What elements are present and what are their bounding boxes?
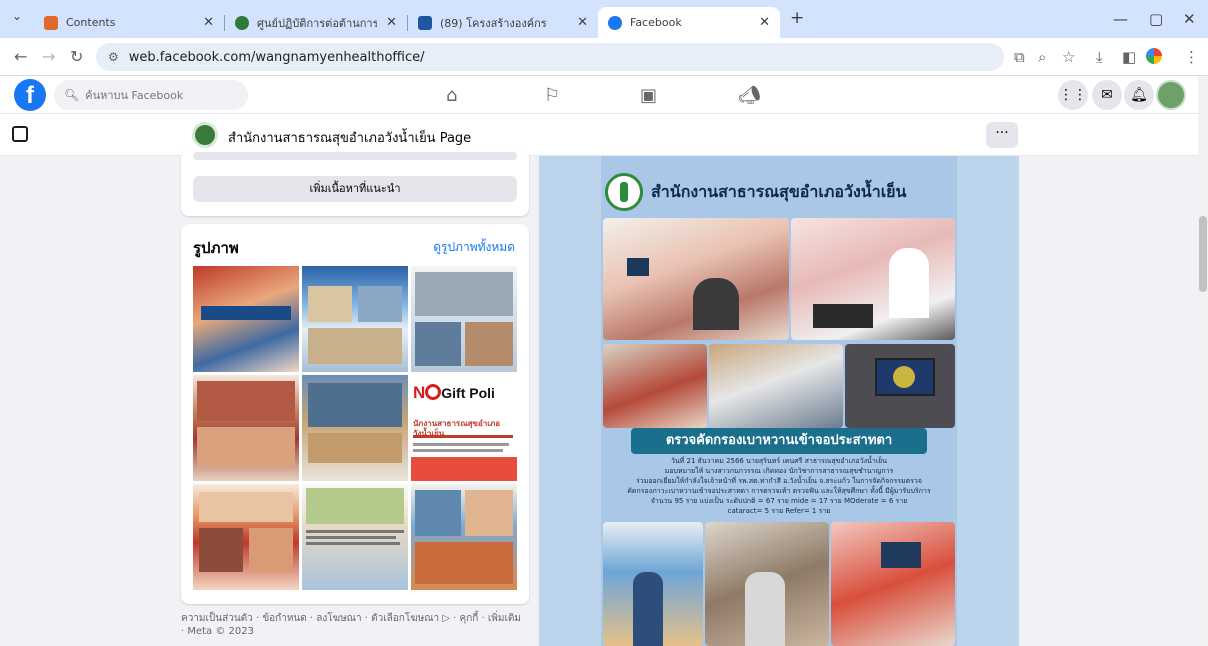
caption-line: คัดกรองภาวะเบาหวานเข้าจอประสาทตา การตรวจ…: [627, 487, 931, 495]
menu-dots-icon[interactable]: ⋮: [1184, 48, 1199, 66]
close-window-icon[interactable]: ✕: [1183, 10, 1196, 28]
caption-line: cataract= 5 ราย Refer= 1 ราย: [727, 507, 831, 515]
restore-icon[interactable]: ▢: [1149, 10, 1163, 28]
photo-thumbnail[interactable]: [302, 484, 408, 590]
photo-thumbnail[interactable]: [193, 375, 299, 481]
photo-thumbnail[interactable]: [411, 484, 517, 590]
browser-tab-strip: ⌄ Contents ✕ ศูนย์ปฏิบัติการต่อต้านการทุ…: [0, 0, 1208, 38]
tab-title: (89) โครงสร้างองค์กร: [440, 16, 547, 30]
ads-manager-icon[interactable]: ▣: [640, 85, 657, 106]
caption-line: จำนวน 95 ราย แบ่งเป็น ระดับปกติ = 67 ราย…: [650, 497, 908, 505]
tab-close-icon[interactable]: ✕: [577, 15, 588, 30]
favicon-contents-icon: [44, 15, 58, 30]
tab-close-icon[interactable]: ✕: [759, 15, 770, 30]
post-image[interactable]: สำนักงานสาธารณสุขอำเภอวังน้ำเย็น ตรวจคัด…: [539, 156, 1019, 646]
pages-flag-icon[interactable]: ⚐: [544, 85, 560, 106]
poster-banner: ตรวจคัดกรองเบาหวานเข้าจอประสาทตา: [631, 428, 927, 454]
tab-facebook[interactable]: Facebook ✕: [598, 7, 780, 38]
photo-thumbnail[interactable]: [411, 266, 517, 372]
menu-grid-icon[interactable]: ⋮⋮: [1058, 80, 1088, 110]
page-avatar[interactable]: [192, 122, 218, 148]
bookmark-star-icon[interactable]: ☆: [1062, 48, 1075, 66]
poster-photo: [603, 344, 707, 428]
notifications-bell-icon[interactable]: 🔔︎: [1124, 80, 1154, 110]
poster-photo: [709, 344, 843, 428]
facebook-top-nav: f 🔍︎ ⌂ ⚐ ▣ 📣︎ ⋮⋮ ✉ 🔔︎: [0, 76, 1208, 114]
caption-line: ร่วมออกเยี่ยมให้กำลังใจเจ้าหน้าที่ รพ.สต…: [636, 477, 922, 485]
page-scrollbar[interactable]: [1198, 76, 1208, 646]
favicon-p-icon: [418, 15, 432, 30]
poster-photo: [845, 344, 955, 428]
tab-org-structure[interactable]: (89) โครงสร้างองค์กร ✕: [408, 7, 598, 38]
new-tab-button[interactable]: +: [790, 8, 804, 28]
gift-policy-heading: Gift Poli: [441, 385, 495, 401]
back-icon[interactable]: ←: [14, 47, 27, 66]
profile-icon[interactable]: [1146, 48, 1162, 64]
url-text: web.facebook.com/wangnamyenhealthoffice/: [128, 49, 425, 65]
photo-thumbnail[interactable]: [302, 375, 408, 481]
forward-icon[interactable]: →: [42, 47, 55, 66]
poster-photo: [603, 522, 703, 646]
photo-thumbnail[interactable]: [193, 484, 299, 590]
page-header-bar: สำนักงานสาธารณสุขอำเภอวังน้ำเย็น Page ··…: [0, 114, 1198, 156]
megaphone-icon[interactable]: 📣︎: [738, 85, 761, 106]
tab-title: ศูนย์ปฏิบัติการต่อต้านการทุจริต กระ: [257, 16, 377, 30]
tab-title: Contents: [66, 16, 116, 29]
photos-title: รูปภาพ: [193, 239, 239, 257]
reload-icon[interactable]: ↻: [70, 47, 83, 66]
poster-photo: [603, 218, 789, 340]
search-input[interactable]: [85, 88, 236, 102]
scrollbar-thumb[interactable]: [1199, 216, 1207, 292]
poster-photo: [831, 522, 955, 646]
tab-close-icon[interactable]: ✕: [203, 15, 214, 30]
suggest-card: เพิ่มเนื้อหาที่แนะนำ: [181, 150, 529, 216]
zoom-icon[interactable]: ⌕: [1038, 48, 1046, 66]
minimize-icon[interactable]: —: [1113, 10, 1128, 28]
poster-photo: [705, 522, 829, 646]
favicon-gov-icon: [235, 15, 249, 30]
photo-thumbnail[interactable]: [193, 266, 299, 372]
health-office-logo-icon: [605, 173, 643, 211]
toggle-sidebar-icon[interactable]: [12, 126, 28, 142]
tab-contents[interactable]: Contents ✕: [34, 7, 224, 38]
footer-links[interactable]: ความเป็นส่วนตัว · ข้อกำหนด · ลงโฆษณา · ต…: [181, 612, 521, 638]
facebook-logo-icon[interactable]: f: [14, 79, 46, 111]
tab-title: Facebook: [630, 16, 682, 29]
caption-line: วันที่ 21 ธันวาคม 2566 นายสุรินทร์ เคนศร…: [670, 457, 888, 465]
cast-icon[interactable]: ⧉: [1014, 48, 1025, 66]
search-icon: 🔍︎: [64, 88, 80, 102]
home-icon[interactable]: ⌂: [446, 85, 457, 106]
poster-caption: วันที่ 21 ธันวาคม 2566 นายสุรินทร์ เคนศร…: [605, 456, 953, 516]
see-all-photos-link[interactable]: ดูรูปภาพทั้งหมด: [433, 238, 515, 257]
photo-thumbnail[interactable]: [302, 266, 408, 372]
sidepanel-icon[interactable]: ◧: [1122, 48, 1136, 66]
tab-close-icon[interactable]: ✕: [386, 15, 397, 30]
caption-line: มอบหมายให้ นางสาวกนกวรรณ เกิดทอง นักวิชา…: [664, 467, 894, 475]
messenger-icon[interactable]: ✉: [1092, 80, 1122, 110]
tab-search-icon[interactable]: ⌄: [12, 9, 22, 23]
photos-card: รูปภาพ ดูรูปภาพทั้งหมด N Gift Poli นักงาน…: [181, 224, 529, 604]
download-icon[interactable]: ⤓: [1096, 48, 1103, 66]
previous-button-edge[interactable]: [193, 152, 517, 160]
poster-title-row: สำนักงานสาธารณสุขอำเภอวังน้ำเย็น: [601, 168, 957, 216]
facebook-search[interactable]: 🔍︎: [54, 80, 248, 110]
post-poster: สำนักงานสาธารณสุขอำเภอวังน้ำเย็น ตรวจคัด…: [601, 156, 957, 646]
account-avatar[interactable]: [1156, 80, 1186, 110]
address-bar: ← → ↻ ⚙ web.facebook.com/wangnamyenhealt…: [0, 38, 1208, 76]
poster-photo: [791, 218, 955, 340]
more-options-button[interactable]: ···: [986, 122, 1018, 148]
poster-heading: สำนักงานสาธารณสุขอำเภอวังน้ำเย็น: [651, 181, 907, 201]
suggest-content-button[interactable]: เพิ่มเนื้อหาที่แนะนำ: [193, 176, 517, 202]
gift-policy-thumbnail[interactable]: N Gift Poli นักงานสาธารณสุขอำเภอวังน้ำเย็…: [411, 375, 517, 481]
favicon-facebook-icon: [608, 15, 622, 30]
site-info-icon[interactable]: ⚙: [108, 50, 119, 64]
page-name[interactable]: สำนักงานสาธารณสุขอำเภอวังน้ำเย็น Page: [228, 127, 471, 148]
tab-anti-corruption[interactable]: ศูนย์ปฏิบัติการต่อต้านการทุจริต กระ ✕: [225, 7, 407, 38]
url-field[interactable]: ⚙ web.facebook.com/wangnamyenhealthoffic…: [96, 43, 1004, 71]
